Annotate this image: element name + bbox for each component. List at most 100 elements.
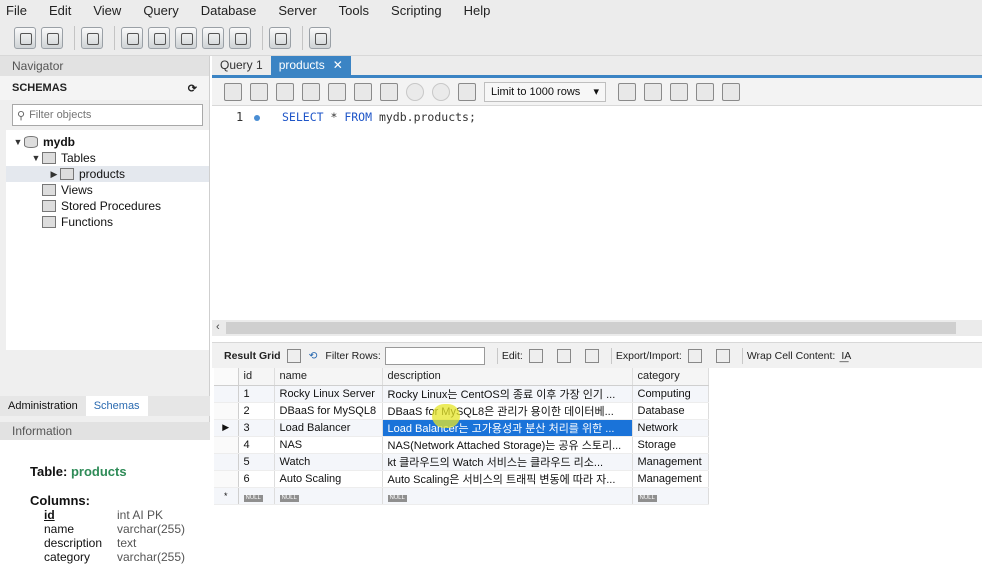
close-icon[interactable]: ✕ [333,56,343,75]
table-cell[interactable]: DBaaS for MySQL8은 관리가 용이한 데이터베... [382,402,633,420]
table-cell[interactable]: 2 [238,402,275,420]
execute-current-icon[interactable] [302,82,320,101]
menu-item-file[interactable]: File [6,3,27,18]
editor-horizontal-scrollbar[interactable]: ‹ [212,320,982,336]
inspector-icon[interactable] [81,26,103,49]
column-header-id[interactable]: id [238,368,275,386]
table-cell[interactable]: 3 [238,419,275,437]
filter-objects-input[interactable] [29,106,200,124]
table-cell[interactable]: Computing [632,385,709,403]
tab-administration[interactable]: Administration [0,396,86,416]
create-view-icon[interactable] [175,26,197,49]
table-cell[interactable]: Auto Scaling [274,470,383,488]
sql-editor[interactable]: 1 SELECT * FROM mydb.products; [212,106,982,320]
edit-row-icon[interactable] [528,348,543,363]
table-cell[interactable]: 5 [238,453,275,471]
commit-icon[interactable] [406,82,424,101]
invisible-chars-icon[interactable] [696,82,714,101]
table-row[interactable]: 5 Watch kt 클라우드의 Watch 서비스는 클라우드 리소... Mana… [214,453,709,471]
find-icon[interactable] [670,82,688,101]
menu-item-database[interactable]: Database [201,3,257,18]
tree-item-mydb[interactable]: ▼ mydb [6,134,209,150]
word-wrap-icon[interactable] [722,82,740,101]
create-schema-icon[interactable] [121,26,143,49]
reconnect-icon[interactable] [309,26,331,49]
null-cell[interactable]: NULL [632,487,709,505]
table-cell[interactable]: Storage [632,436,709,454]
export-icon[interactable] [687,348,702,363]
tab-products[interactable]: products ✕ [270,56,351,75]
menu-item-tools[interactable]: Tools [339,3,369,18]
bookmark-icon[interactable] [618,82,636,101]
null-cell[interactable]: NULL [382,487,633,505]
tree-item-products[interactable]: ▶ products [6,166,209,182]
table-cell[interactable]: Load Balancer는 고가용성과 분산 처리를 위한 ... [382,419,633,437]
menu-item-edit[interactable]: Edit [49,3,71,18]
menu-item-help[interactable]: Help [464,3,491,18]
row-marker[interactable] [214,453,239,471]
table-row[interactable]: 4 NAS NAS(Network Attached Storage)는 공유 스토… [214,436,709,454]
explain-icon[interactable] [328,82,346,101]
open-file-icon[interactable] [224,82,242,101]
table-cell[interactable]: Rocky Linux Server [274,385,383,403]
table-cell[interactable]: Management [632,453,709,471]
filter-rows-input[interactable] [384,346,485,365]
row-marker[interactable]: ▶ [214,419,239,437]
null-cell[interactable]: NULL [238,487,275,505]
table-cell[interactable]: Network [632,419,709,437]
table-row[interactable]: 6 Auto Scaling Auto Scaling은 서비스의 트래픽 변동에 … [214,470,709,488]
table-cell[interactable]: Watch [274,453,383,471]
table-row[interactable]: ▶ 3 Load Balancer Load Balancer는 고가용성과 분산 처… [214,419,709,437]
table-cell[interactable]: DBaaS for MySQL8 [274,402,383,420]
execute-icon[interactable] [276,82,294,101]
table-cell[interactable]: 6 [238,470,275,488]
toggle-error-icon[interactable] [380,82,398,101]
menu-item-view[interactable]: View [93,3,121,18]
scroll-left-icon[interactable]: ‹ [216,321,220,333]
menu-item-scripting[interactable]: Scripting [391,3,442,18]
save-icon[interactable] [250,82,268,101]
refresh-icon[interactable]: ⟳ [188,82,197,95]
table-cell[interactable]: Auto Scaling은 서비스의 트래픽 변동에 따라 자... [382,470,633,488]
table-cell[interactable]: 4 [238,436,275,454]
wrap-cell-icon[interactable]: I͟A [841,350,851,362]
new-row[interactable]: * NULL NULL NULL NULL [214,487,709,505]
result-grid-label[interactable]: Result Grid [224,350,281,362]
open-sql-script-icon[interactable] [41,26,63,49]
table-row[interactable]: 1 Rocky Linux Server Rocky Linux는 CentOS의 … [214,385,709,403]
table-cell[interactable]: NAS [274,436,383,454]
expand-arrow-icon[interactable]: ▶ [48,169,60,180]
row-marker[interactable] [214,385,239,403]
table-cell[interactable]: NAS(Network Attached Storage)는 공유 스토리... [382,436,633,454]
column-header-name[interactable]: name [274,368,383,386]
create-table-icon[interactable] [148,26,170,49]
column-header-description[interactable]: description [382,368,633,386]
tab-schemas[interactable]: Schemas [85,396,148,416]
table-cell[interactable]: Management [632,470,709,488]
search-table-data-icon[interactable] [269,26,291,49]
null-cell[interactable]: NULL [274,487,383,505]
beautify-icon[interactable] [644,82,662,101]
limit-rows-select[interactable]: Limit to 1000 rows ▾ [484,81,606,102]
sql-statement[interactable]: SELECT * FROM mydb.products; [282,110,476,124]
scrollbar-thumb[interactable] [226,322,956,334]
tree-item-stored-procedures[interactable]: Stored Procedures [6,198,209,214]
row-marker[interactable] [214,402,239,420]
column-header-category[interactable]: category [632,368,709,386]
table-cell[interactable]: Database [632,402,709,420]
import-icon[interactable] [715,348,730,363]
refresh-results-icon[interactable]: ⟲ [309,350,318,362]
expand-arrow-icon[interactable]: ▼ [30,153,42,163]
row-marker[interactable] [214,436,239,454]
menu-item-server[interactable]: Server [278,3,316,18]
delete-row-icon[interactable] [584,348,599,363]
table-cell[interactable]: Rocky Linux는 CentOS의 종료 이후 가장 인기 ... [382,385,633,403]
grid-view-icon[interactable] [286,348,301,363]
create-function-icon[interactable] [229,26,251,49]
table-row[interactable]: 2 DBaaS for MySQL8 DBaaS for MySQL8은 관리가 용… [214,402,709,420]
stop-icon[interactable] [354,82,372,101]
menu-item-query[interactable]: Query [143,3,178,18]
table-cell[interactable]: Load Balancer [274,419,383,437]
rollback-icon[interactable] [432,82,450,101]
autocommit-icon[interactable] [458,82,476,101]
